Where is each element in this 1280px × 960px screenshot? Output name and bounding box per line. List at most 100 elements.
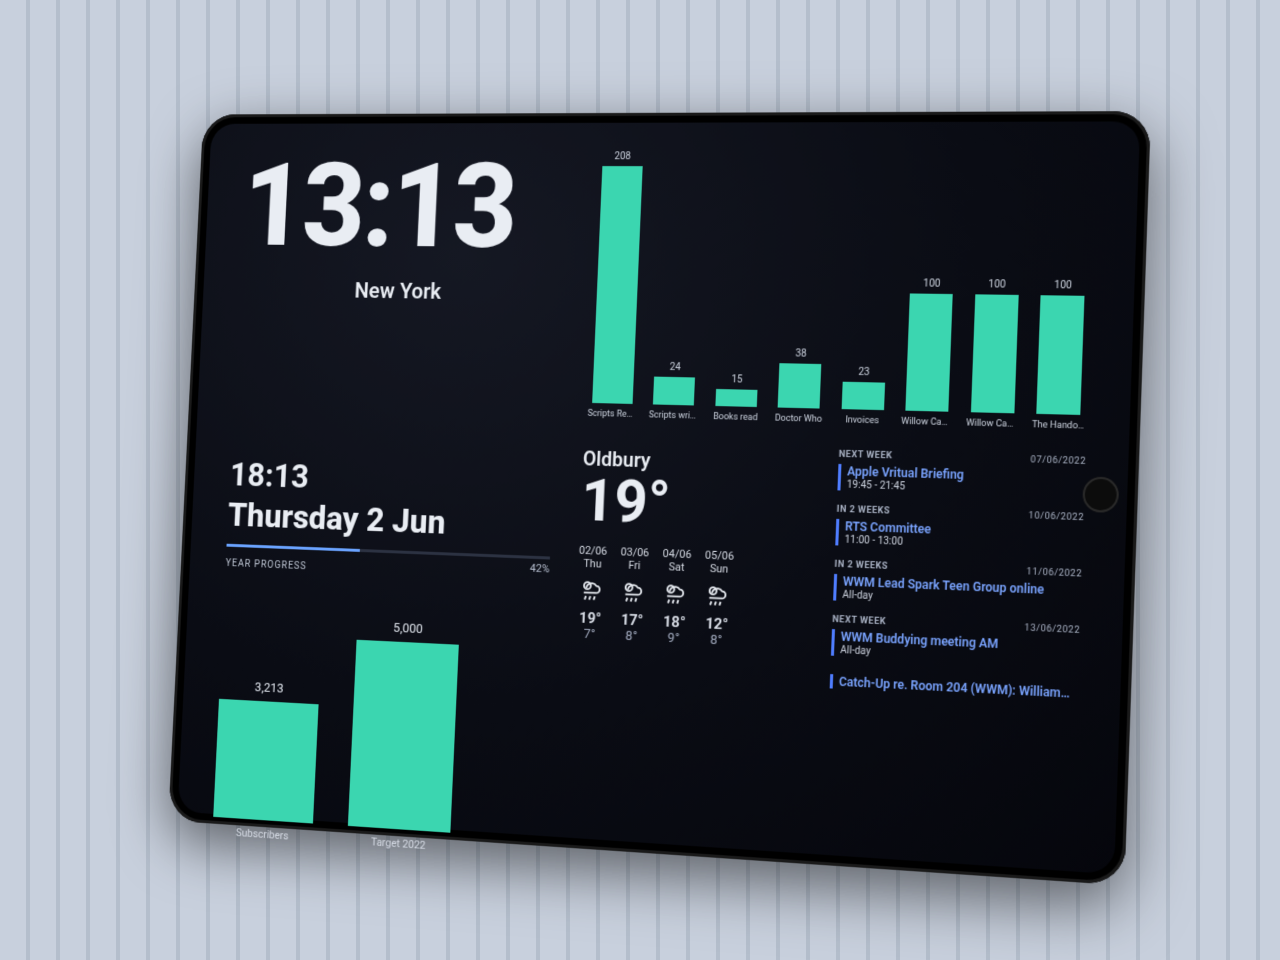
secondary-clock: 18:13 Thursday 2 Jun 42% YEAR PROGRESS — [225, 455, 554, 582]
weather-icon — [619, 575, 647, 604]
bar — [592, 166, 643, 404]
agenda-body: RTS Committee11:00 - 13:00 — [835, 519, 1083, 555]
progress-fill — [226, 544, 359, 552]
bar-label: Willow Cabins… — [966, 418, 1018, 430]
forecast-high: 18° — [660, 612, 689, 631]
bar-label: Invoices — [845, 415, 879, 426]
forecast-dow: Thu — [578, 557, 607, 571]
forecast-high: 12° — [702, 614, 732, 634]
bar-label: The Handover… — [1032, 420, 1085, 432]
forecast-date: 03/06 — [620, 545, 649, 559]
bar — [778, 363, 822, 408]
bar-value: 100 — [923, 278, 941, 289]
subscribers-bar: 3,213 Subscribers — [212, 679, 319, 845]
weather-icon — [577, 574, 605, 603]
date-line: Thursday 2 Jun — [227, 496, 552, 547]
primary-city: New York — [238, 278, 562, 307]
agenda-date: 11/06/2022 — [1026, 567, 1082, 580]
home-button[interactable] — [1082, 476, 1119, 513]
bar-value: 100 — [988, 279, 1006, 290]
bar-label: Target 2022 — [371, 835, 426, 852]
weather-widget: Oldbury 19° 02/06Thu19°7°03/06Fri17°8°04… — [566, 446, 809, 877]
bar-value: 38 — [795, 348, 807, 359]
forecast-day: 05/06Sun 12°8° — [701, 549, 734, 649]
bar-label: Doctor Who — [775, 414, 822, 425]
tasks-bar: 100 The Handover… — [1029, 280, 1092, 432]
tasks-bar: 208 Scripts Read — [585, 151, 650, 420]
bar — [1037, 295, 1085, 415]
bar-label: Subscribers — [236, 826, 289, 842]
forecast-low: 9° — [659, 630, 688, 646]
progress-label: YEAR PROGRESS — [225, 558, 549, 582]
agenda-when: NEXT WEEK — [832, 615, 886, 628]
forecast-dow: Fri — [620, 558, 649, 572]
weather-icon — [704, 579, 733, 608]
agenda-date: 10/06/2022 — [1028, 511, 1084, 523]
agenda-body: WWM Lead Spark Teen Group onlineAll-day — [833, 574, 1082, 611]
forecast-date: 04/06 — [662, 547, 691, 561]
forecast-low: 7° — [575, 626, 604, 642]
bar — [906, 293, 953, 411]
bar — [348, 640, 459, 833]
tasks-bar: 100 Willow Cabins… — [963, 279, 1026, 430]
bar-value: 15 — [731, 374, 743, 385]
progress-percent: 42% — [530, 562, 550, 576]
bar-value: 5,000 — [393, 621, 423, 637]
agenda-item[interactable]: NEXT WEEK 13/06/2022WWM Buddying meeting … — [831, 615, 1080, 668]
bar-label: Scripts written — [649, 410, 698, 421]
bar-label: Willow Cabins… — [901, 417, 953, 429]
year-progress: 42% YEAR PROGRESS — [225, 544, 550, 583]
weather-current-temp: 19° — [580, 470, 808, 538]
agenda-when: NEXT WEEK — [839, 450, 893, 462]
bar-label: Books read — [713, 412, 758, 423]
forecast-date: 02/06 — [579, 544, 608, 558]
agenda-item[interactable]: IN 2 WEEKS 10/06/2022RTS Committee11:00 -… — [835, 505, 1084, 555]
forecast-day: 02/06Thu 19°7° — [575, 544, 607, 643]
primary-clock: 13:13 New York — [233, 152, 568, 418]
agenda-body: WWM Buddying meeting AMAll-day — [831, 629, 1080, 667]
forecast-row: 02/06Thu19°7°03/06Fri17°8°04/06Sat18°9°0… — [575, 544, 805, 652]
bar — [213, 699, 318, 824]
primary-time: 13:13 — [240, 152, 567, 264]
forecast-dow: Sun — [704, 562, 733, 576]
tasks-bar: 24 Scripts written — [646, 362, 703, 422]
bar — [715, 389, 757, 407]
agenda-item[interactable]: Catch-Up re. Room 204 (WWM): William… — [830, 670, 1079, 701]
agenda-item[interactable]: IN 2 WEEKS 11/06/2022WWM Lead Spark Teen … — [833, 560, 1082, 611]
weather-icon — [661, 577, 690, 606]
bar — [653, 377, 695, 406]
bar — [841, 382, 884, 410]
tablet-frame: 13:13 New York 18:13 Thursday 2 Jun 42% … — [168, 111, 1151, 885]
agenda-body: Apple Vritual Briefing19:45 - 21:45 — [837, 464, 1085, 498]
bar-value: 208 — [614, 151, 631, 162]
bar — [971, 294, 1019, 413]
forecast-high: 19° — [576, 608, 605, 627]
forecast-dow: Sat — [662, 560, 691, 574]
subscribers-bar: 5,000 Target 2022 — [347, 619, 460, 853]
agenda-item[interactable]: NEXT WEEK 07/06/2022Apple Vritual Briefin… — [837, 450, 1086, 499]
forecast-low: 8° — [617, 628, 646, 644]
bar-value: 100 — [1054, 280, 1072, 292]
agenda-body: Catch-Up re. Room 204 (WWM): William… — [830, 674, 1078, 701]
dashboard-screen: 13:13 New York 18:13 Thursday 2 Jun 42% … — [215, 152, 1097, 829]
agenda-when: IN 2 WEEKS — [834, 560, 888, 572]
subscribers-chart: 3,213 Subscribers 5,000 Target 2022 — [212, 605, 547, 859]
bar-value: 23 — [858, 367, 870, 378]
bar-value: 3,213 — [254, 680, 283, 696]
tasks-chart: 208 Scripts Read 24 Scripts written 15 Books … — [585, 152, 1097, 431]
tasks-bar: 15 Books read — [708, 374, 765, 424]
tasks-bar: 23 Invoices — [834, 366, 892, 426]
forecast-low: 8° — [701, 632, 731, 649]
agenda-date: 07/06/2022 — [1030, 455, 1086, 467]
agenda-date: 13/06/2022 — [1024, 623, 1080, 636]
agenda-when: IN 2 WEEKS — [836, 505, 890, 517]
tasks-bar: 38 Doctor Who — [771, 348, 829, 425]
tasks-bar: 100 Willow Cabins… — [898, 278, 960, 428]
progress-track — [226, 544, 550, 560]
agenda-list: NEXT WEEK 07/06/2022Apple Vritual Briefin… — [822, 450, 1086, 897]
bar-label: Scripts Read — [587, 409, 636, 420]
bar-value: 24 — [669, 362, 680, 373]
forecast-date: 05/06 — [705, 549, 734, 563]
forecast-day: 03/06Fri 17°8° — [617, 545, 650, 644]
forecast-high: 17° — [617, 610, 646, 629]
